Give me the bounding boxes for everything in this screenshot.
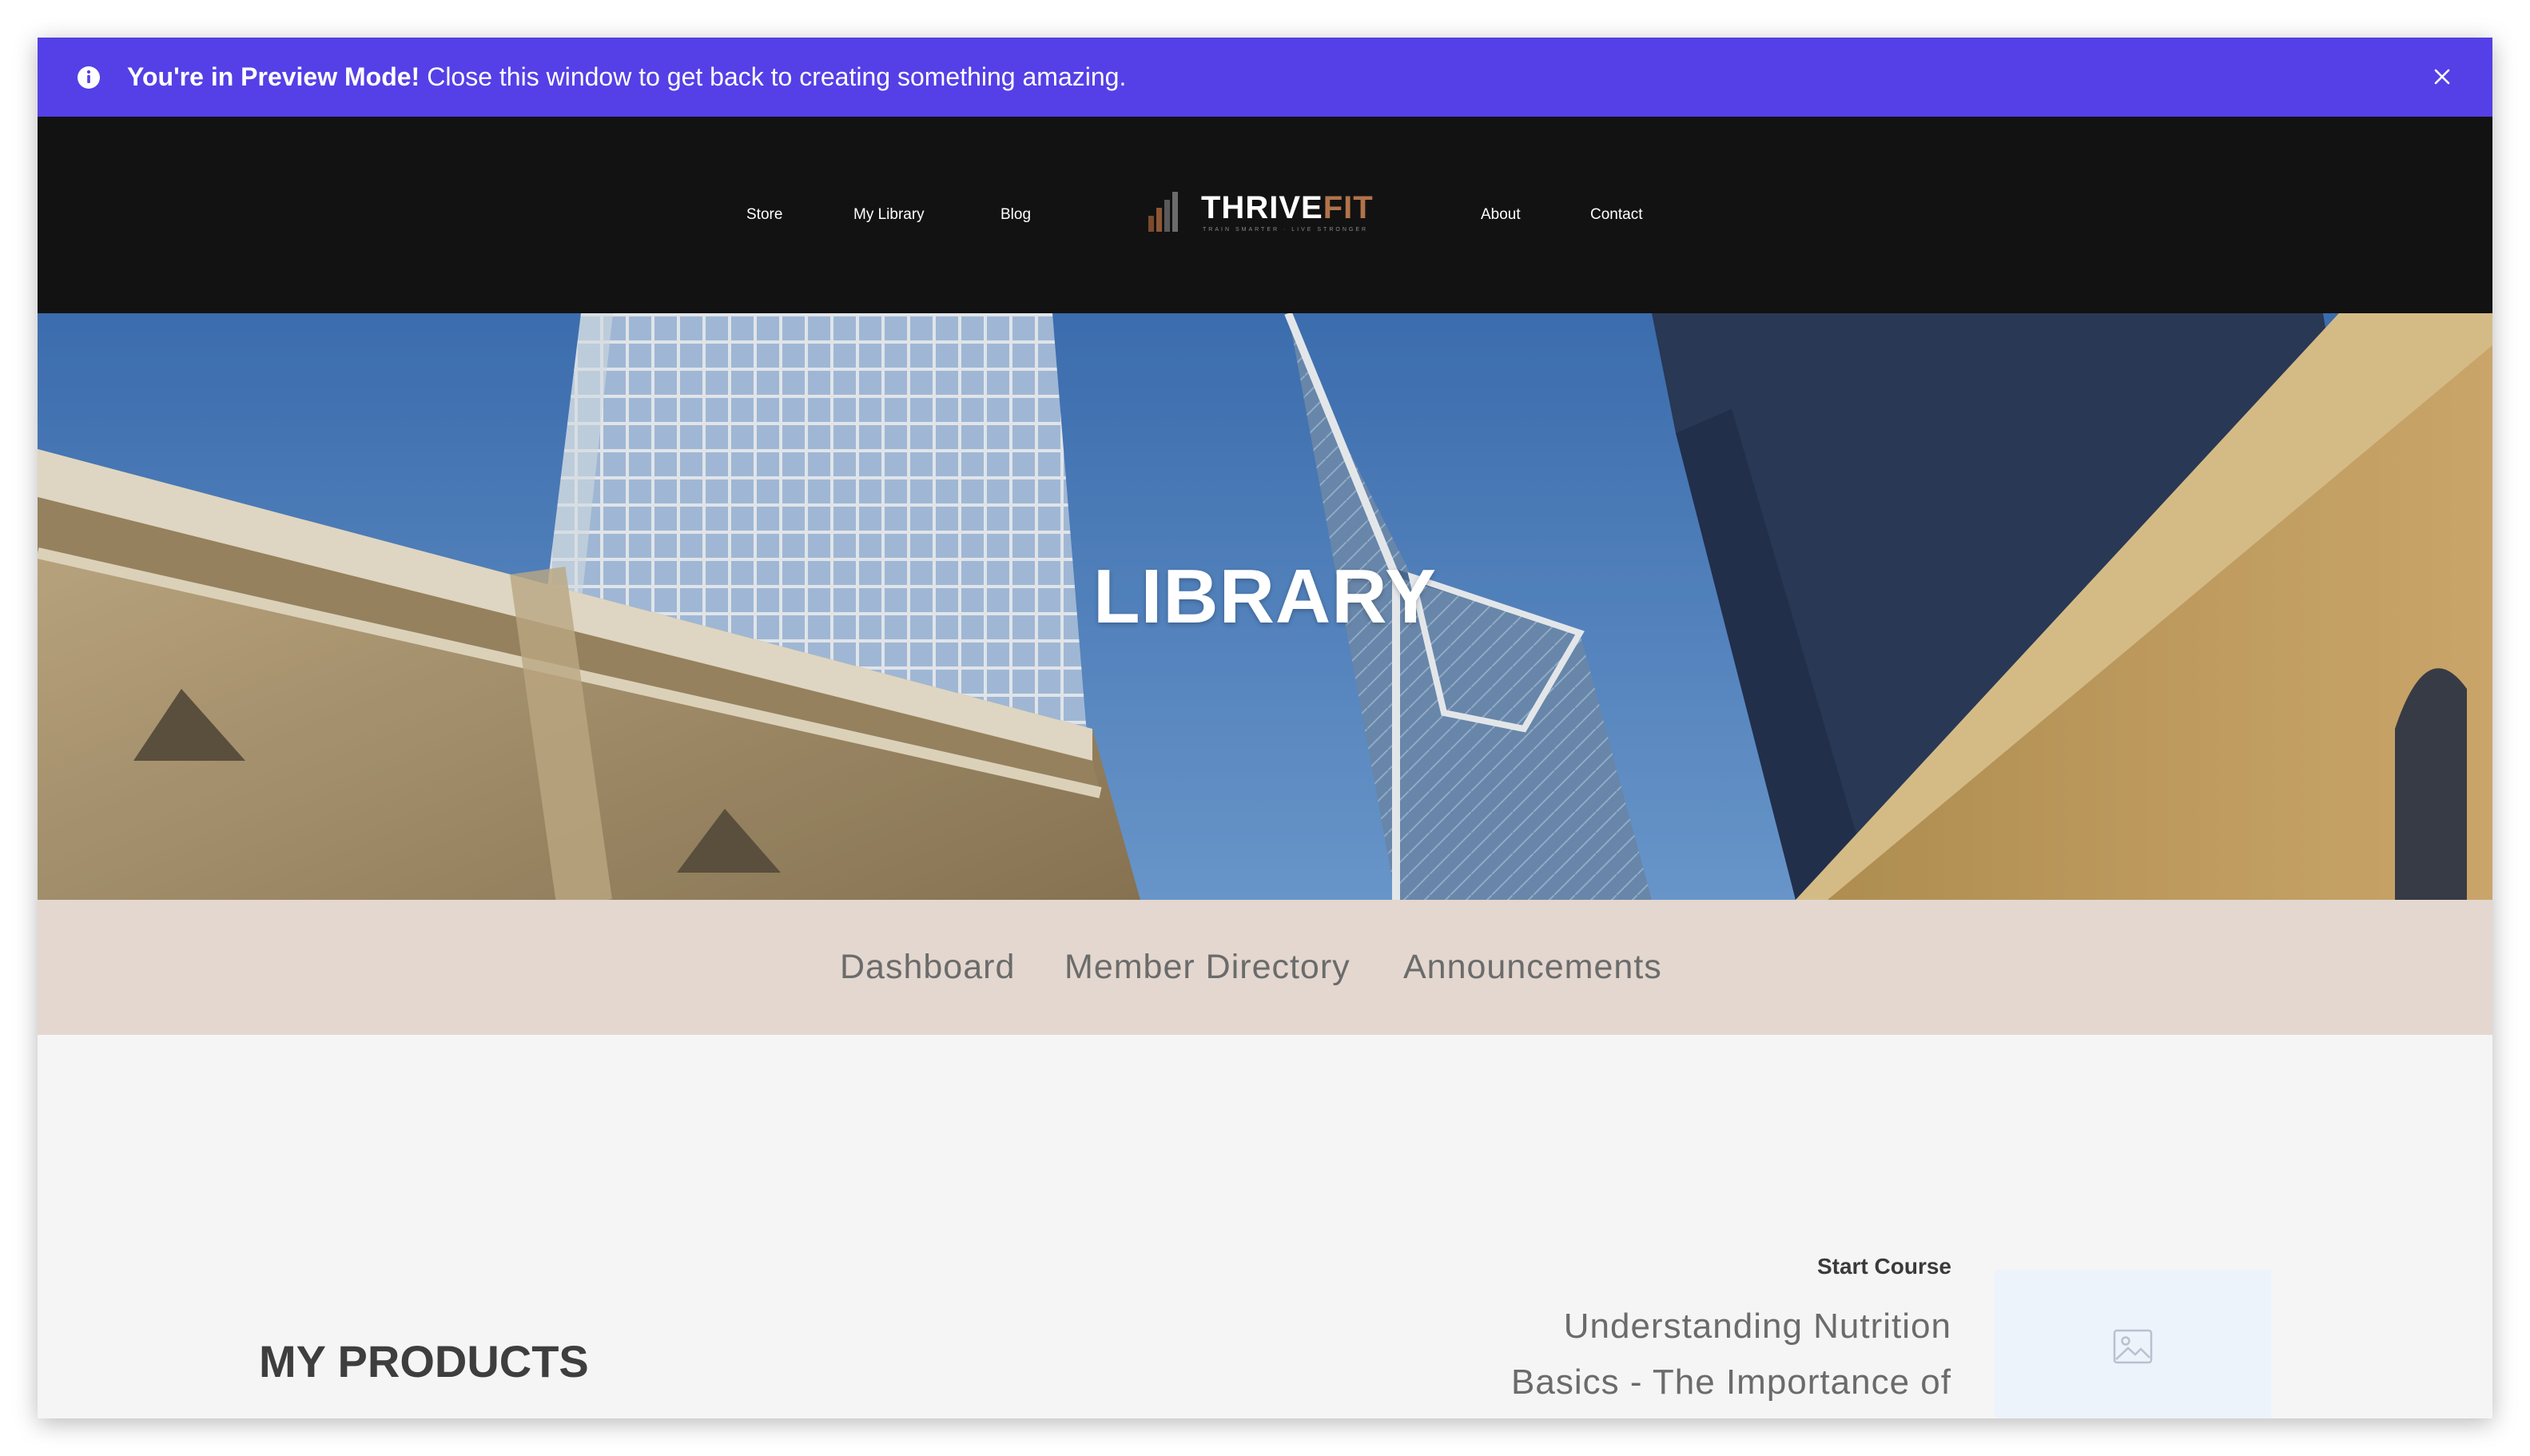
library-content: MY PRODUCTS Start Course Understanding N…: [38, 1035, 2492, 1418]
my-products-heading: MY PRODUCTS: [259, 1336, 589, 1386]
sub-nav-member-directory[interactable]: Member Directory: [1064, 900, 1351, 1035]
start-course-link[interactable]: Start Course: [1817, 1254, 1951, 1279]
logo-wordmark: THRIVEFIT: [1201, 190, 1374, 226]
preview-mode-label: You're in Preview Mode!: [127, 62, 420, 91]
nav-link-about[interactable]: About: [1481, 117, 1521, 313]
preview-window: You're in Preview Mode! Close this windo…: [38, 38, 2492, 1418]
logo-word-fit: FIT: [1323, 190, 1374, 225]
course-title[interactable]: Understanding Nutrition Basics - The Imp…: [1456, 1299, 1951, 1418]
hero-banner: LIBRARY: [38, 313, 2492, 900]
close-x-icon: [2434, 69, 2450, 85]
info-circle-icon: [76, 65, 101, 90]
sub-nav-dashboard[interactable]: Dashboard: [840, 900, 1015, 1035]
preview-mode-banner: You're in Preview Mode! Close this windo…: [38, 38, 2492, 117]
preview-mode-message: Close this window to get back to creatin…: [427, 62, 1127, 91]
nav-link-blog[interactable]: Blog: [1000, 117, 1031, 313]
logo-tagline: TRAIN SMARTER · LIVE STRONGER: [1203, 227, 1369, 233]
sub-nav-announcements[interactable]: Announcements: [1403, 900, 1662, 1035]
logo-word-thrive: THRIVE: [1201, 190, 1323, 225]
logo-bars-icon: [1148, 192, 1178, 232]
nav-link-store[interactable]: Store: [746, 117, 782, 313]
course-thumbnail[interactable]: [1995, 1270, 2271, 1418]
image-placeholder-icon: [2113, 1329, 2153, 1364]
nav-link-contact[interactable]: Contact: [1590, 117, 1642, 313]
site-header: Store My Library Blog THRIVEFIT TRAIN SM…: [38, 117, 2492, 313]
nav-link-my-library[interactable]: My Library: [853, 117, 925, 313]
thrivefit-logo[interactable]: THRIVEFIT TRAIN SMARTER · LIVE STRONGER: [1148, 190, 1373, 238]
preview-banner-text: You're in Preview Mode! Close this windo…: [127, 38, 1126, 117]
member-sub-nav: Dashboard Member Directory Announcements: [38, 900, 2492, 1035]
page-title: LIBRARY: [1092, 554, 1438, 639]
close-preview-button[interactable]: [2424, 58, 2460, 95]
